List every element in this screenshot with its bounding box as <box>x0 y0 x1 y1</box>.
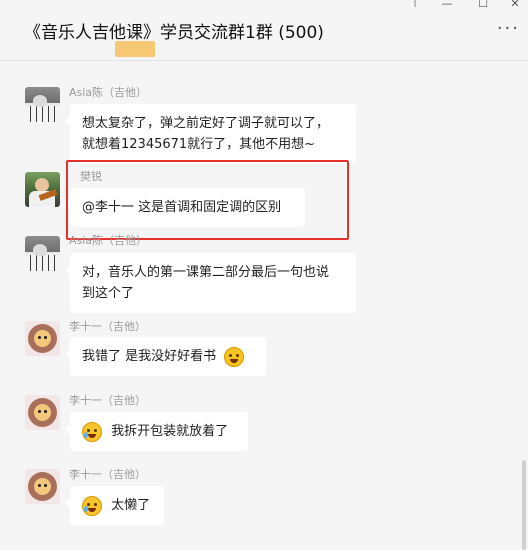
message-line: 就想着12345671就行了，其他不用想~ <box>82 137 316 152</box>
avatar-piano[interactable] <box>25 236 60 271</box>
message-text: 太懒了 <box>111 498 151 513</box>
sender-name: 李十一（吉他） <box>69 394 146 407</box>
avatar-piano[interactable] <box>25 87 60 122</box>
previous-message-image <box>115 41 155 57</box>
message-bubble[interactable]: 太懒了 <box>65 486 164 525</box>
sender-name: Asia陈（吉他） <box>69 234 148 247</box>
cry-emoji-icon <box>82 495 102 516</box>
message-line: 想太复杂了，弹之前定好了调子就可以了， <box>82 116 330 131</box>
pin-icon[interactable]: ⊤ <box>405 0 425 11</box>
avatar-lion[interactable] <box>25 469 60 504</box>
chat-header: 《音乐人吉他课》学员交流群1群 (500) ⊤ — ☐ ✕ ··· <box>0 0 528 61</box>
message-line: 到这个了 <box>82 286 135 301</box>
more-options-icon[interactable]: ··· <box>497 20 520 38</box>
avatar-guitar[interactable] <box>25 172 60 207</box>
cry-emoji-icon <box>82 421 102 442</box>
message-text: 我拆开包装就放着了 <box>111 424 229 439</box>
sender-name: 李十一（吉他） <box>69 320 146 333</box>
minimize-icon[interactable]: — <box>437 0 457 11</box>
close-icon[interactable]: ✕ <box>505 0 525 11</box>
laugh-emoji-icon <box>224 346 245 367</box>
scrollbar-thumb[interactable] <box>522 460 526 550</box>
message-bubble[interactable]: 我拆开包装就放着了 <box>65 412 248 451</box>
scrollbar[interactable] <box>520 60 528 550</box>
chat-title: 《音乐人吉他课》学员交流群1群 (500) <box>24 23 324 43</box>
sender-name: Asia陈（吉他） <box>69 86 148 99</box>
message-bubble[interactable]: 想太复杂了，弹之前定好了调子就可以了， 就想着12345671就行了，其他不用想… <box>65 104 356 164</box>
message-bubble[interactable]: 我错了 是我没好好看书 <box>65 337 266 376</box>
highlight-box <box>66 160 349 240</box>
sender-name: 李十一（吉他） <box>69 468 146 481</box>
message-line: 对，音乐人的第一课第二部分最后一句也说 <box>82 265 330 280</box>
maximize-icon[interactable]: ☐ <box>473 0 493 11</box>
message-bubble[interactable]: 对，音乐人的第一课第二部分最后一句也说 到这个了 <box>65 253 356 313</box>
avatar-lion[interactable] <box>25 395 60 430</box>
avatar-lion[interactable] <box>25 321 60 356</box>
message-text: 我错了 是我没好好看书 <box>82 349 217 364</box>
